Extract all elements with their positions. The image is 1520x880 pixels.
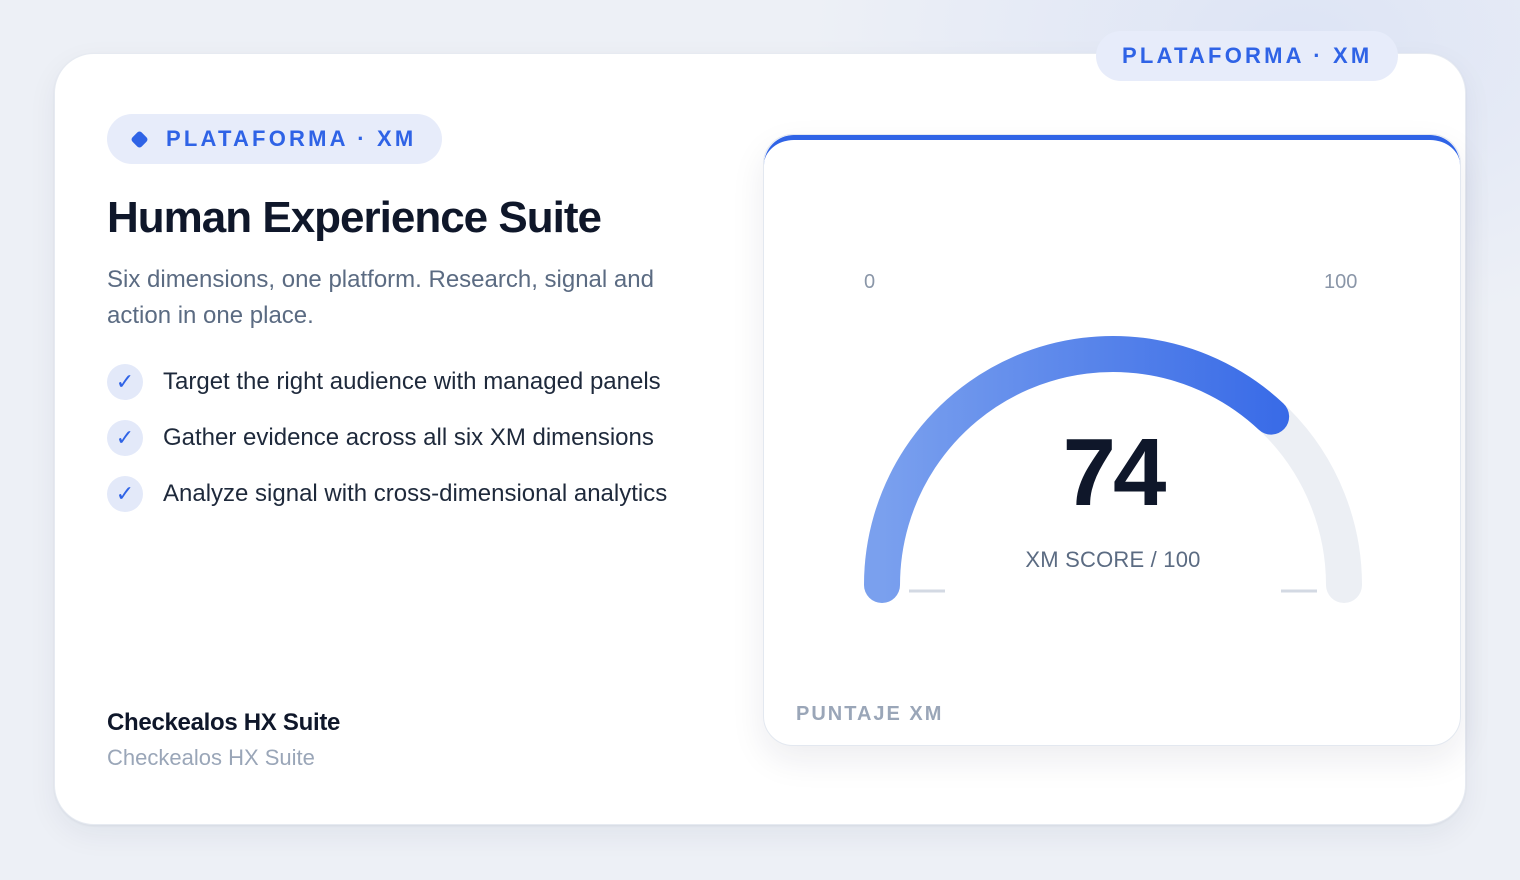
score-label: XM SCORE / 100 — [1025, 547, 1201, 572]
diamond-icon — [130, 129, 149, 149]
gauge-max-label: 100 — [1324, 271, 1358, 293]
feature-text: Gather evidence across all six XM dimens… — [163, 424, 654, 452]
platform-badge: PLATAFORMA · XM — [107, 114, 443, 164]
feature-list: ✓ Target the right audience with managed… — [107, 364, 717, 513]
brand-block: Checkealos HX Suite Checkealos HX Suite — [107, 709, 340, 771]
check-icon: ✓ — [107, 364, 143, 401]
score-panel: 0 100 74 XM SCORE / 100 PUNTAJE XM — [763, 134, 1461, 746]
gauge-min-label: 0 — [864, 271, 876, 293]
feature-item: ✓ Analyze signal with cross-dimensional … — [107, 476, 717, 513]
platform-badge-label: PLATAFORMA · XM — [166, 126, 417, 151]
feature-item: ✓ Target the right audience with managed… — [107, 364, 717, 401]
feature-text: Target the right audience with managed p… — [163, 368, 661, 396]
check-icon: ✓ — [107, 476, 143, 513]
card-subtitle: Six dimensions, one platform. Research, … — [107, 266, 654, 330]
feature-text: Analyze signal with cross-dimensional an… — [163, 480, 668, 508]
panel-footer-label: PUNTAJE XM — [796, 703, 944, 725]
feature-card: PLATAFORMA · XM Human Experience Suite S… — [54, 53, 1466, 825]
panel-platform-badge: PLATAFORMA · XM — [1096, 31, 1399, 81]
brand-subtitle: Checkealos HX Suite — [107, 745, 315, 770]
score-value: 74 — [1062, 419, 1167, 526]
feature-item: ✓ Gather evidence across all six XM dime… — [107, 420, 717, 457]
panel-platform-badge-label: PLATAFORMA · XM — [1122, 43, 1373, 68]
card-title: Human Experience Suite — [107, 193, 602, 242]
brand-name: Checkealos HX Suite — [107, 709, 341, 736]
check-icon: ✓ — [107, 420, 143, 457]
card-content: PLATAFORMA · XM Human Experience Suite S… — [107, 114, 717, 532]
